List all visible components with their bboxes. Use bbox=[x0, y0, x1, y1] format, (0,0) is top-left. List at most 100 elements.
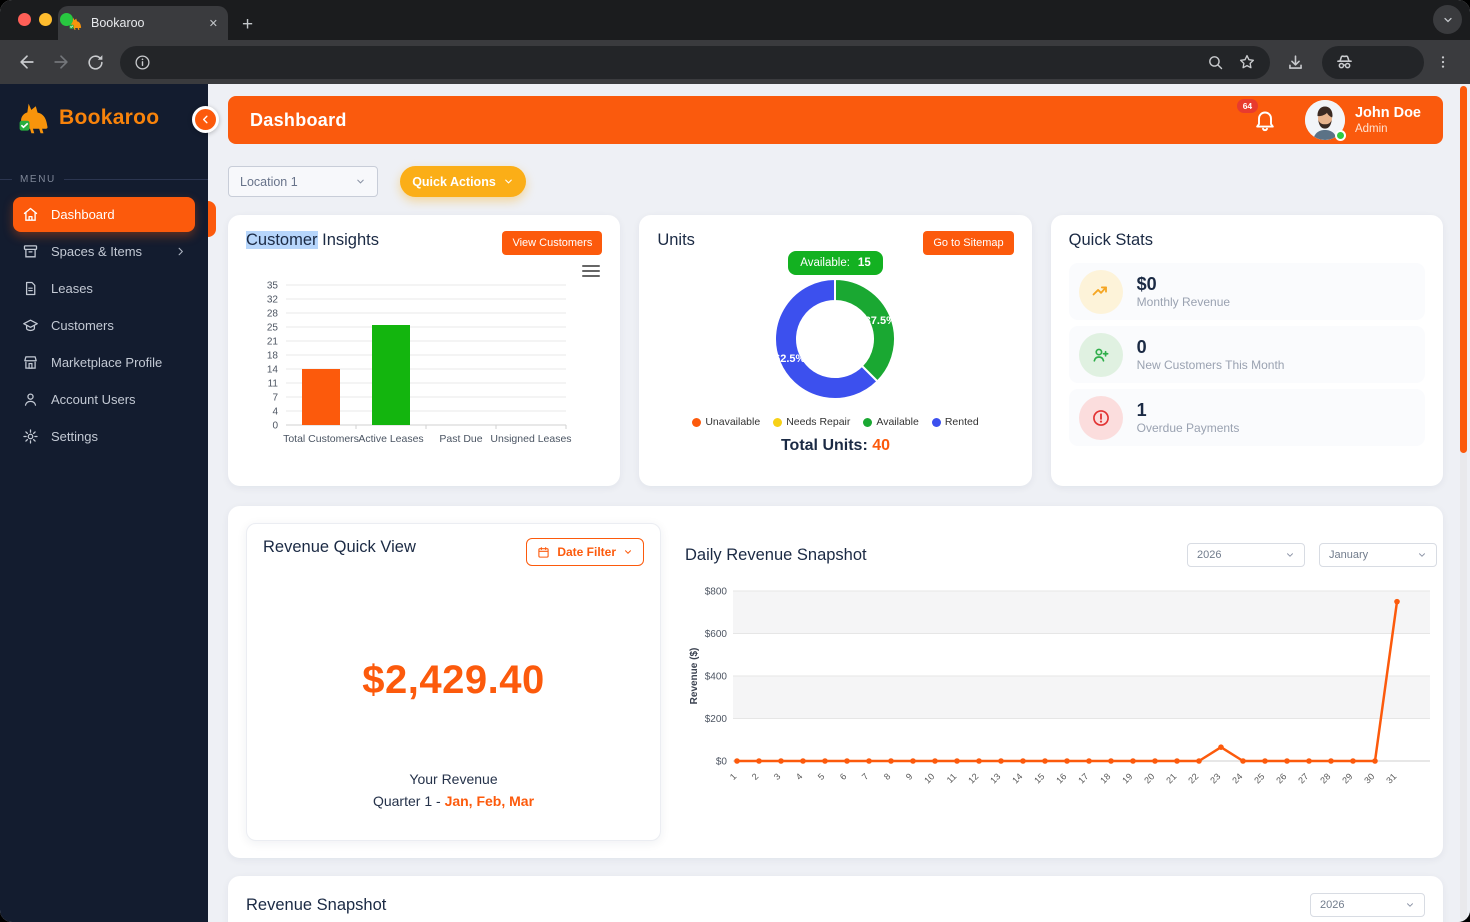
svg-text:18: 18 bbox=[267, 351, 279, 362]
browser-tab[interactable]: Bookaroo ✕ bbox=[58, 6, 228, 40]
daily-revenue-line-chart[interactable]: $0$200$400$600$800Revenue ($)12345678910… bbox=[685, 579, 1435, 797]
svg-text:35: 35 bbox=[267, 281, 279, 292]
svg-text:7: 7 bbox=[272, 393, 278, 404]
user-role: Admin bbox=[1355, 122, 1421, 136]
svg-text:20: 20 bbox=[1142, 771, 1156, 785]
sidebar-collapse-button[interactable] bbox=[192, 106, 219, 133]
incognito-indicator[interactable] bbox=[1322, 46, 1424, 79]
date-filter-button[interactable]: Date Filter bbox=[526, 538, 644, 566]
legend-dot bbox=[932, 418, 941, 427]
chevron-right-icon bbox=[175, 246, 186, 257]
active-item-edge-indicator bbox=[208, 201, 216, 237]
svg-text:27: 27 bbox=[1296, 771, 1310, 785]
svg-text:37.5%: 37.5% bbox=[865, 315, 896, 327]
svg-text:4: 4 bbox=[794, 771, 805, 782]
user-icon bbox=[22, 391, 39, 408]
snapshot-year-select[interactable]: 2026 bbox=[1310, 893, 1425, 917]
svg-text:3: 3 bbox=[772, 771, 783, 782]
new-tab-button[interactable]: + bbox=[242, 15, 253, 34]
menu-section-label: MENU bbox=[0, 174, 208, 185]
location-select[interactable]: Location 1 bbox=[228, 166, 378, 197]
download-icon[interactable] bbox=[1280, 47, 1310, 77]
chevron-down-icon bbox=[1442, 14, 1454, 26]
svg-text:5: 5 bbox=[816, 771, 827, 782]
svg-text:22: 22 bbox=[1186, 771, 1200, 785]
stat-overdue-payments: 1Overdue Payments bbox=[1069, 389, 1425, 446]
chevron-down-icon bbox=[503, 176, 514, 187]
revenue-quick-view-card: Revenue Quick View Date Filter $2,429.40… bbox=[246, 523, 661, 841]
svg-text:7: 7 bbox=[860, 771, 871, 782]
kangaroo-logo-icon bbox=[16, 100, 52, 136]
user-plus-icon bbox=[1079, 333, 1123, 377]
app-logo[interactable]: Bookaroo bbox=[0, 84, 208, 144]
user-name: John Doe bbox=[1355, 104, 1421, 122]
bookmark-star-icon[interactable] bbox=[1238, 53, 1256, 71]
sidebar-item-spaces-items[interactable]: Spaces & Items bbox=[13, 234, 195, 269]
svg-text:29: 29 bbox=[1340, 771, 1354, 785]
sidebar-item-customers[interactable]: Customers bbox=[13, 308, 195, 343]
units-donut-chart[interactable]: 37.5%62.5% bbox=[657, 275, 1013, 403]
sidebar-item-marketplace-profile[interactable]: Marketplace Profile bbox=[13, 345, 195, 380]
page-header: Dashboard 64 John Doe Admin bbox=[228, 96, 1443, 144]
back-button[interactable] bbox=[12, 47, 42, 77]
scrollbar-track[interactable] bbox=[1460, 86, 1467, 920]
legend-item[interactable]: Rented bbox=[932, 416, 979, 428]
close-window-button[interactable] bbox=[18, 13, 31, 26]
chevron-left-icon bbox=[200, 114, 211, 125]
scrollbar-thumb[interactable] bbox=[1460, 86, 1467, 453]
svg-text:$200: $200 bbox=[705, 714, 728, 725]
browser-toolbar bbox=[0, 40, 1470, 84]
revenue-amount: $2,429.40 bbox=[263, 658, 644, 703]
forward-button[interactable] bbox=[46, 47, 76, 77]
svg-text:25: 25 bbox=[1252, 771, 1266, 785]
quick-stats-title: Quick Stats bbox=[1069, 231, 1153, 249]
legend-item[interactable]: Unavailable bbox=[692, 416, 760, 428]
svg-text:Unsigned Leases: Unsigned Leases bbox=[490, 433, 571, 445]
view-customers-button[interactable]: View Customers bbox=[502, 231, 602, 255]
svg-text:10: 10 bbox=[922, 771, 936, 785]
daily-revenue-section: Daily Revenue Snapshot 2026 January $0$2… bbox=[661, 523, 1437, 841]
chevron-down-icon bbox=[1417, 550, 1427, 560]
svg-text:21: 21 bbox=[267, 337, 279, 348]
month-select[interactable]: January bbox=[1319, 543, 1437, 567]
revenue-snapshot-title: Revenue Snapshot bbox=[246, 896, 1296, 915]
main-content: Dashboard 64 John Doe Admin Location 1 bbox=[208, 84, 1470, 922]
stat-monthly-revenue: $0Monthly Revenue bbox=[1069, 263, 1425, 320]
customer-insights-bar-chart[interactable]: 0471114182125283235Total CustomersActive… bbox=[246, 277, 576, 455]
browser-menu-icon[interactable] bbox=[1428, 47, 1458, 77]
total-units: Total Units: 40 bbox=[657, 437, 1013, 455]
sidebar-item-settings[interactable]: Settings bbox=[13, 419, 195, 454]
notifications-button[interactable]: 64 bbox=[1253, 108, 1277, 132]
sidebar-item-dashboard[interactable]: Dashboard bbox=[13, 197, 195, 232]
close-tab-icon[interactable]: ✕ bbox=[209, 17, 218, 30]
sidebar-item-leases[interactable]: Leases bbox=[13, 271, 195, 306]
sidebar-item-account-users[interactable]: Account Users bbox=[13, 382, 195, 417]
info-icon[interactable] bbox=[134, 54, 151, 71]
svg-text:$400: $400 bbox=[705, 672, 728, 683]
svg-text:13: 13 bbox=[988, 771, 1002, 785]
minimize-window-button[interactable] bbox=[39, 13, 52, 26]
maximize-window-button[interactable] bbox=[60, 13, 73, 26]
legend-item[interactable]: Available bbox=[863, 416, 918, 428]
svg-text:2: 2 bbox=[750, 771, 761, 782]
quick-stats-card: Quick Stats $0Monthly Revenue bbox=[1051, 215, 1443, 486]
legend-item[interactable]: Needs Repair bbox=[773, 416, 850, 428]
incognito-icon bbox=[1334, 52, 1355, 73]
go-to-sitemap-button[interactable]: Go to Sitemap bbox=[923, 231, 1013, 255]
quick-actions-button[interactable]: Quick Actions bbox=[400, 166, 526, 197]
user-avatar[interactable] bbox=[1305, 100, 1345, 140]
logo-text: Bookaroo bbox=[59, 106, 159, 130]
tab-search-button[interactable] bbox=[1433, 5, 1462, 34]
user-meta[interactable]: John Doe Admin bbox=[1355, 104, 1421, 137]
tab-title: Bookaroo bbox=[91, 16, 201, 30]
trend-up-icon bbox=[1079, 270, 1123, 314]
year-select[interactable]: 2026 bbox=[1187, 543, 1305, 567]
customer-insights-card: Customer Insights View Customers 0471114… bbox=[228, 215, 620, 486]
zoom-icon[interactable] bbox=[1207, 54, 1224, 71]
svg-text:8: 8 bbox=[882, 771, 893, 782]
browser-window: Bookaroo ✕ + Bookaroo bbox=[0, 0, 1470, 922]
chart-menu-icon[interactable] bbox=[582, 265, 600, 277]
reload-button[interactable] bbox=[80, 47, 110, 77]
address-bar[interactable] bbox=[120, 46, 1270, 79]
svg-text:Total Customers: Total Customers bbox=[283, 433, 359, 445]
